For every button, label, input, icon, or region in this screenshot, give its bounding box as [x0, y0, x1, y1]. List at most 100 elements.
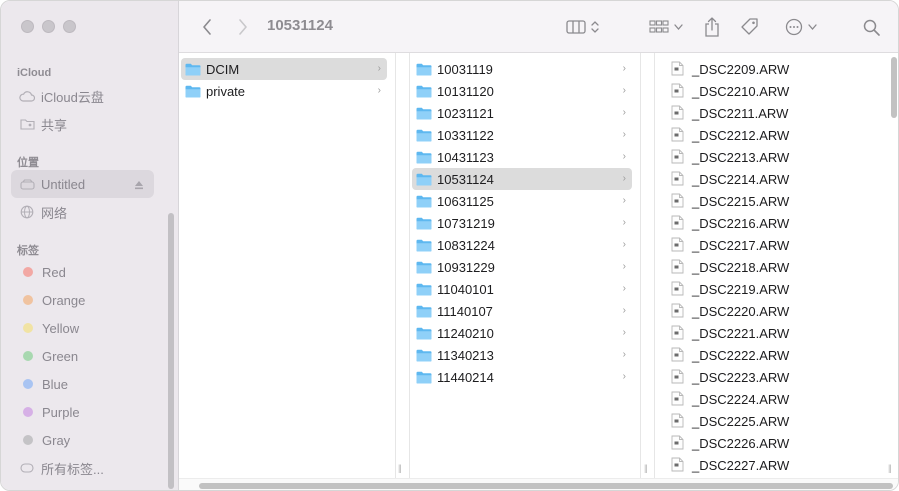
finder-window: iCloud iCloud云盘 共享 位置 Untitled 网络 标签 Red… — [0, 0, 899, 491]
sidebar-tag-orange[interactable]: Orange — [11, 286, 154, 314]
sidebar-tag-blue[interactable]: Blue — [11, 370, 154, 398]
folder-icon — [185, 63, 201, 76]
folder-row[interactable]: 11040101 › — [412, 278, 632, 300]
file-row[interactable]: _DSC2224.ARW — [657, 388, 892, 410]
chevron-right-icon: › — [622, 305, 626, 316]
sidebar-item-untitled-drive[interactable]: Untitled — [11, 170, 154, 198]
file-row[interactable]: _DSC2219.ARW — [657, 278, 892, 300]
files-vertical-scrollbar[interactable] — [891, 57, 897, 118]
tag-color-dot — [23, 267, 33, 277]
sidebar-tag-red[interactable]: Red — [11, 258, 154, 286]
folder-icon — [416, 239, 432, 252]
file-row[interactable]: _DSC2209.ARW — [657, 58, 892, 80]
zoom-window-button[interactable] — [63, 20, 76, 33]
group-button[interactable] — [647, 15, 685, 39]
file-row[interactable]: _DSC2221.ARW — [657, 322, 892, 344]
tags-section-header: 标签 — [17, 245, 39, 257]
file-row[interactable]: _DSC2213.ARW — [657, 146, 892, 168]
folder-icon — [416, 107, 432, 120]
folder-name: 11040101 — [437, 281, 494, 297]
folder-row[interactable]: 10531124 › — [412, 168, 632, 190]
folder-row[interactable]: 11340213 › — [412, 344, 632, 366]
folder-icon — [416, 151, 432, 164]
sidebar-tag-gray[interactable]: Gray — [11, 426, 154, 454]
file-row[interactable]: _DSC2220.ARW — [657, 300, 892, 322]
folder-icon — [185, 85, 201, 98]
view-mode-button[interactable] — [562, 15, 602, 39]
sidebar-item-all-tags[interactable]: 所有标签... — [11, 454, 154, 482]
sidebar-item-label: 网络 — [41, 205, 68, 221]
raw-file-icon — [671, 127, 685, 143]
folder-name: 10831224 — [437, 237, 495, 253]
folder-row[interactable]: 10131120 › — [412, 80, 632, 102]
file-row[interactable]: _DSC2216.ARW — [657, 212, 892, 234]
sidebar-tag-yellow[interactable]: Yellow — [11, 314, 154, 342]
folder-icon — [416, 283, 432, 296]
file-name: _DSC2215.ARW — [692, 193, 790, 209]
sidebar-item-icloud-drive[interactable]: iCloud云盘 — [11, 82, 154, 110]
folder-row[interactable]: 11440214 › — [412, 366, 632, 388]
share-button[interactable] — [702, 15, 722, 39]
chevron-right-icon: › — [622, 151, 626, 162]
folder-name: 10731219 — [437, 215, 495, 231]
file-row[interactable]: _DSC2215.ARW — [657, 190, 892, 212]
file-row[interactable]: _DSC2210.ARW — [657, 80, 892, 102]
file-row[interactable]: _DSC2222.ARW — [657, 344, 892, 366]
file-row[interactable]: _DSC2223.ARW — [657, 366, 892, 388]
folder-row[interactable]: 10231121 › — [412, 102, 632, 124]
drive-icon — [19, 176, 35, 192]
raw-file-icon — [671, 237, 685, 253]
file-row[interactable]: _DSC2212.ARW — [657, 124, 892, 146]
folder-row[interactable]: 10731219 › — [412, 212, 632, 234]
forward-button[interactable] — [233, 15, 253, 39]
raw-file-icon — [671, 149, 685, 165]
sidebar-item-label: iCloud云盘 — [41, 89, 104, 105]
file-row[interactable]: _DSC2214.ARW — [657, 168, 892, 190]
search-button[interactable] — [861, 15, 881, 39]
eject-icon[interactable] — [134, 178, 144, 190]
file-row[interactable]: _DSC2226.ARW — [657, 432, 892, 454]
chevron-right-icon — [239, 19, 247, 35]
file-row[interactable]: _DSC2217.ARW — [657, 234, 892, 256]
folder-row-dcim[interactable]: DCIM › — [181, 58, 387, 80]
folder-row[interactable]: 10931229 › — [412, 256, 632, 278]
file-name: _DSC2211.ARW — [692, 105, 789, 121]
sidebar-item-network[interactable]: 网络 — [11, 198, 154, 226]
raw-file-icon — [671, 281, 685, 297]
raw-file-icon — [671, 259, 685, 275]
minimize-window-button[interactable] — [42, 20, 55, 33]
folder-row[interactable]: 10831224 › — [412, 234, 632, 256]
file-row[interactable]: _DSC2225.ARW — [657, 410, 892, 432]
tags-button[interactable] — [739, 15, 761, 39]
share-icon — [705, 17, 719, 37]
folder-row[interactable]: 10631125 › — [412, 190, 632, 212]
folder-row[interactable]: 11140107 › — [412, 300, 632, 322]
tag-color-dot — [23, 323, 33, 333]
file-row[interactable]: _DSC2227.ARW — [657, 454, 892, 476]
file-name: _DSC2226.ARW — [692, 435, 790, 451]
sidebar-tag-green[interactable]: Green — [11, 342, 154, 370]
sidebar: iCloud iCloud云盘 共享 位置 Untitled 网络 标签 Red… — [1, 1, 179, 490]
file-row[interactable]: _DSC2218.ARW — [657, 256, 892, 278]
file-row[interactable]: _DSC2211.ARW — [657, 102, 892, 124]
folder-row[interactable]: 11240210 › — [412, 322, 632, 344]
sidebar-tag-purple[interactable]: Purple — [11, 398, 154, 426]
chevron-right-icon: › — [622, 283, 626, 294]
folder-row[interactable]: 10331122 › — [412, 124, 632, 146]
folder-icon — [416, 327, 432, 340]
folder-row[interactable]: 10431123 › — [412, 146, 632, 168]
folder-row[interactable]: 10031119 › — [412, 58, 632, 80]
column-spacer — [641, 53, 655, 478]
raw-file-icon — [671, 303, 685, 319]
raw-file-icon — [671, 105, 685, 121]
more-actions-button[interactable] — [783, 15, 819, 39]
folder-row-private[interactable]: private › — [181, 80, 387, 102]
close-window-button[interactable] — [21, 20, 34, 33]
back-button[interactable] — [197, 15, 217, 39]
sidebar-item-label: 所有标签... — [41, 461, 104, 477]
horizontal-scrollbar[interactable] — [199, 483, 893, 489]
sidebar-item-label: Yellow — [42, 320, 80, 336]
sidebar-scrollbar[interactable] — [168, 213, 174, 489]
sidebar-item-shared[interactable]: 共享 — [11, 110, 154, 138]
chevron-down-icon — [808, 24, 817, 30]
